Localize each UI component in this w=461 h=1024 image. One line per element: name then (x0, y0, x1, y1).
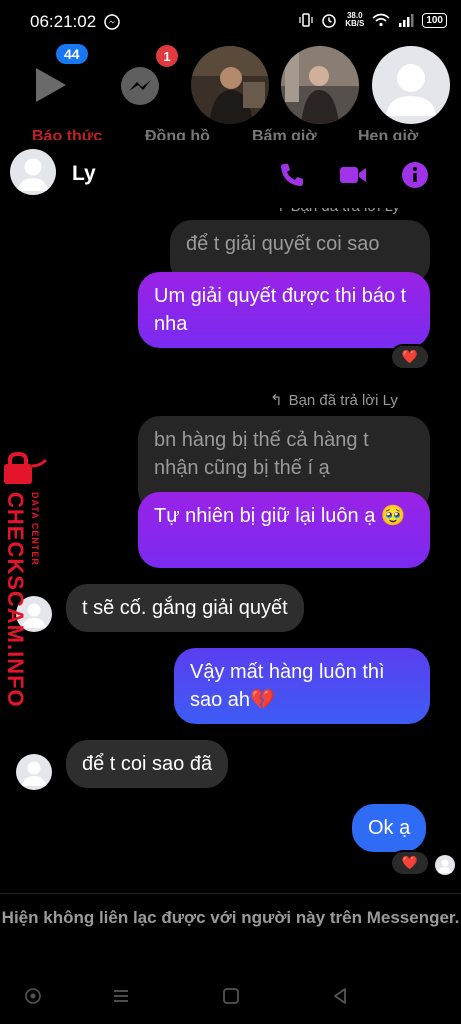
default-avatar-icon (386, 64, 436, 116)
network-speed: 38.0 KB/S (345, 12, 364, 28)
signal-icon (399, 14, 414, 27)
unreachable-notice: Hiện không liên lạc được với người này t… (0, 893, 461, 965)
heart-icon: ❤️ (401, 349, 419, 364)
reply-arrow-icon: ↰ (270, 392, 283, 409)
reply-label-2: ↰ Bạn đã trả lời Ly (270, 391, 398, 410)
watermark-sub: DATA CENTER (30, 492, 40, 566)
contact-avatar[interactable] (10, 149, 56, 195)
wifi-icon (372, 13, 390, 27)
story-row: 44 1 Báo thức Đồng hồ Bấm giờ Hẹn giờ (0, 44, 461, 140)
their-message-2[interactable]: để t coi sao đã (66, 740, 229, 788)
chat-thread[interactable]: ↰ Bạn đã trả lời Ly để t giải quyết coi … (0, 198, 461, 893)
speed-unit: KB/S (345, 19, 365, 28)
default-avatar-icon (22, 761, 46, 786)
home-button-icon[interactable] (221, 986, 241, 1006)
seen-avatar (435, 855, 455, 875)
tab-timer[interactable]: Hẹn giờ (358, 128, 418, 140)
info-icon[interactable] (400, 160, 430, 190)
their-message-1[interactable]: t sẽ cố. gắng giải quyết (66, 584, 304, 632)
checkscam-watermark: DATA CENTER CHECKSCAM.INFO (0, 452, 54, 708)
messenger-app-item[interactable]: 1 (118, 44, 188, 124)
story-photo-1[interactable] (191, 46, 269, 124)
back-button-icon[interactable] (330, 986, 350, 1006)
default-avatar-icon (18, 158, 48, 191)
vibrate-icon (299, 13, 313, 27)
story-photo-2-image (281, 46, 359, 124)
story-avatar-default[interactable] (372, 46, 450, 124)
contact-avatar-2 (16, 754, 52, 790)
play-app-item[interactable]: 44 (20, 44, 90, 124)
tab-clock[interactable]: Đồng hồ (145, 128, 210, 140)
play-badge: 44 (56, 44, 88, 64)
contact-name[interactable]: Ly (72, 162, 96, 186)
my-message-4[interactable]: Ok ạ (352, 804, 427, 852)
lock-icon (4, 452, 48, 484)
messenger-badge: 1 (156, 45, 178, 67)
status-bar: 06:21:02 38.0 KB/S 100 (0, 0, 461, 44)
my-message-3[interactable]: Vậy mất hàng luôn thì sao ah💔 (174, 648, 430, 724)
my-message-1[interactable]: Um giải quyết được thi báo t nha (138, 272, 430, 348)
watermark-brand: CHECKSCAM.INFO (3, 492, 28, 708)
heart-icon: ❤️ (401, 855, 419, 870)
messenger-icon (121, 67, 159, 105)
story-photo-1-image (191, 46, 269, 124)
system-nav-bar (0, 966, 461, 1024)
video-call-icon[interactable] (338, 160, 368, 190)
assistant-button-icon[interactable] (23, 986, 43, 1006)
messenger-notification-icon (104, 14, 120, 30)
conversation-header: Ly (0, 140, 461, 208)
alarm-icon (322, 14, 336, 28)
play-icon (36, 68, 66, 102)
story-photo-2[interactable] (281, 46, 359, 124)
status-time: 06:21:02 (30, 12, 97, 31)
tab-stopwatch[interactable]: Bấm giờ (252, 128, 317, 140)
tab-alarm[interactable]: Báo thức (32, 128, 102, 140)
my-message-2[interactable]: Tự nhiên bị giữ lại luôn ạ 🥹 (138, 492, 430, 568)
menu-button-icon[interactable] (111, 986, 131, 1006)
status-icons: 38.0 KB/S 100 (299, 12, 447, 28)
reply-label-2-text: Bạn đã trả lời Ly (288, 391, 398, 409)
phone-call-icon[interactable] (277, 160, 307, 190)
reaction-heart-1[interactable]: ❤️ (390, 344, 430, 370)
battery-indicator: 100 (422, 12, 447, 28)
default-avatar-icon (438, 859, 452, 873)
reaction-heart-2[interactable]: ❤️ (390, 850, 430, 876)
